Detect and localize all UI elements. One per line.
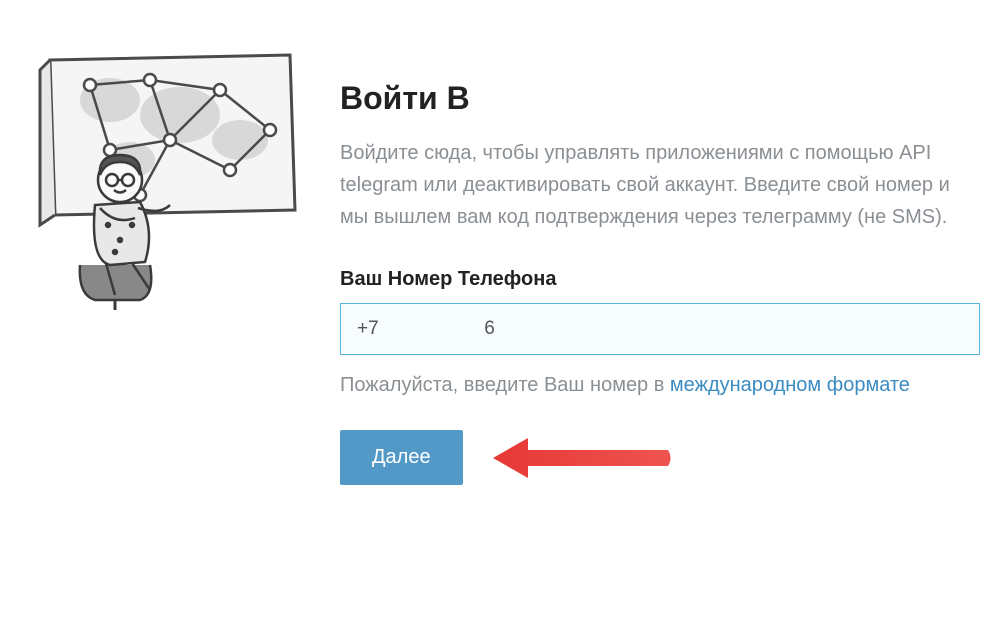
helper-text: Пожалуйста, введите Ваш номер в междунар…: [340, 370, 980, 400]
login-description: Войдите сюда, чтобы управлять приложения…: [340, 137, 980, 233]
helper-text-prefix: Пожалуйста, введите Ваш номер в: [340, 374, 670, 396]
red-arrow-annotation: [493, 433, 673, 483]
next-button[interactable]: Далее: [340, 430, 463, 485]
login-container: Войти В Войдите сюда, чтобы управлять пр…: [20, 30, 980, 485]
phone-input[interactable]: [340, 303, 980, 355]
button-row: Далее: [340, 430, 980, 485]
international-format-link[interactable]: международном формате: [670, 374, 910, 396]
phone-label: Ваш Номер Телефона: [340, 268, 980, 291]
telegram-illustration: [20, 30, 300, 310]
page-title: Войти В: [340, 80, 980, 117]
login-form: Войти В Войдите сюда, чтобы управлять пр…: [340, 30, 980, 485]
